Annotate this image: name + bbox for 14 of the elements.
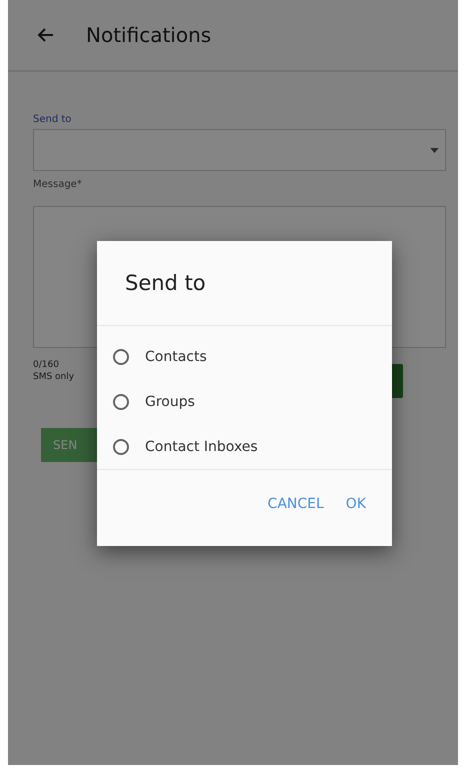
option-label[interactable]: Groups bbox=[145, 394, 195, 410]
radio-button[interactable] bbox=[113, 348, 129, 364]
note-text: SMS only bbox=[33, 372, 74, 382]
radio-button[interactable] bbox=[113, 438, 129, 454]
caret-icon bbox=[430, 148, 439, 152]
radio-button[interactable] bbox=[113, 394, 129, 410]
field-label: Message* bbox=[33, 179, 82, 190]
option-label[interactable]: Contact Inboxes bbox=[145, 438, 258, 454]
screen-title: Notifications bbox=[86, 23, 212, 47]
character-counter: 0/160 bbox=[33, 360, 60, 370]
field-label: Send to bbox=[33, 114, 72, 125]
dropdown-field[interactable] bbox=[33, 129, 446, 171]
option-label[interactable]: Contacts bbox=[145, 348, 207, 364]
dialog-title: Send to bbox=[97, 241, 392, 326]
